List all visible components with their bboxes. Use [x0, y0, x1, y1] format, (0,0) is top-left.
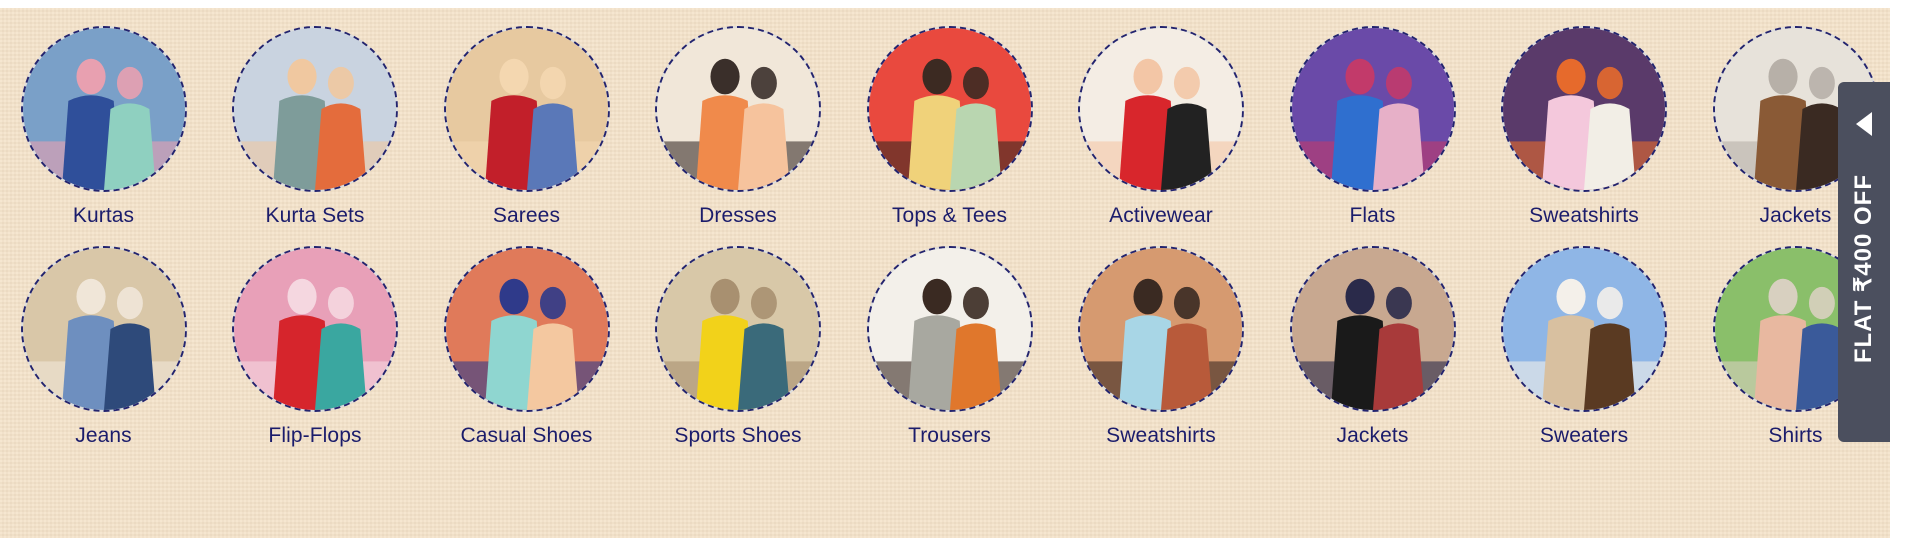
sarees-thumbnail[interactable]: [443, 26, 610, 192]
category-tile[interactable]: Sarees: [421, 4, 632, 234]
jeans-thumbnail[interactable]: [20, 246, 187, 412]
activewear-thumbnail[interactable]: [1078, 26, 1244, 192]
chevron-left-icon[interactable]: [1856, 112, 1872, 136]
tops-tees-thumbnail[interactable]: [866, 26, 1033, 192]
category-label[interactable]: Sweaters: [1540, 424, 1628, 448]
category-tile[interactable]: Kurtas: [0, 4, 209, 234]
offer-label: FLAT ₹400 OFF: [1850, 174, 1877, 364]
flat-offer-tab[interactable]: FLAT ₹400 OFF: [1838, 82, 1890, 442]
category-tile[interactable]: Jackets: [1267, 224, 1478, 454]
category-tile[interactable]: Flats: [1267, 4, 1478, 234]
category-tile[interactable]: Flip-Flops: [210, 224, 421, 454]
sweatshirts-men-thumbnail[interactable]: [1078, 246, 1244, 412]
flats-thumbnail[interactable]: [1289, 26, 1456, 192]
sweaters-thumbnail[interactable]: [1501, 246, 1667, 412]
category-label[interactable]: Casual Shoes: [461, 424, 593, 448]
category-label[interactable]: Sports Shoes: [674, 424, 801, 448]
dresses-thumbnail[interactable]: [655, 26, 821, 192]
kurta-sets-thumbnail[interactable]: [232, 26, 398, 192]
category-label[interactable]: Jackets: [1337, 424, 1409, 448]
kurtas-thumbnail[interactable]: [20, 26, 187, 192]
category-label[interactable]: Sweatshirts: [1106, 424, 1216, 448]
category-tile[interactable]: Trousers: [844, 224, 1055, 454]
category-tile[interactable]: Sports Shoes: [633, 224, 844, 454]
category-label[interactable]: Shirts: [1768, 424, 1822, 448]
sweatshirts-thumbnail[interactable]: [1501, 26, 1667, 192]
category-label[interactable]: Flip-Flops: [268, 424, 361, 448]
category-tile[interactable]: Dresses: [633, 4, 844, 234]
casual-shoes-thumbnail[interactable]: [443, 246, 610, 412]
category-tile[interactable]: Sweaters: [1479, 224, 1690, 454]
jackets-men-thumbnail[interactable]: [1289, 246, 1456, 412]
category-tile[interactable]: Casual Shoes: [421, 224, 632, 454]
category-tile[interactable]: Tops & Tees: [844, 4, 1055, 234]
category-tile[interactable]: Kurta Sets: [210, 4, 421, 234]
category-tile[interactable]: Sweatshirts: [1479, 4, 1690, 234]
flip-flops-thumbnail[interactable]: [232, 246, 398, 412]
trousers-thumbnail[interactable]: [866, 246, 1033, 412]
category-tile[interactable]: Activewear: [1056, 4, 1267, 234]
sports-shoes-thumbnail[interactable]: [655, 246, 821, 412]
category-grid: Kurtas Kurta Sets Sarees Dresses Tops & Tees…: [0, 8, 1890, 538]
category-tile[interactable]: Sweatshirts: [1056, 224, 1267, 454]
category-panel: Kurtas Kurta Sets Sarees Dresses Tops & Tees…: [0, 8, 1890, 538]
category-tile[interactable]: Jeans: [0, 224, 209, 454]
category-label[interactable]: Jeans: [75, 424, 132, 448]
category-label[interactable]: Trousers: [908, 424, 991, 448]
